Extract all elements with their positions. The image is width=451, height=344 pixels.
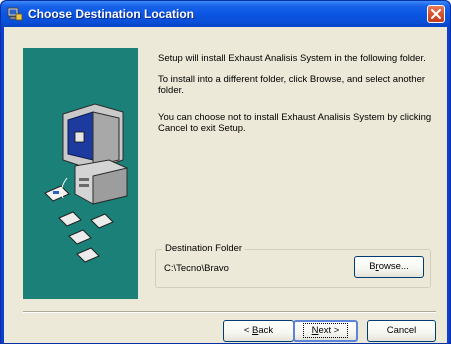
browse-button[interactable]: Browse... bbox=[354, 256, 424, 278]
computer-install-illustration bbox=[44, 103, 128, 263]
back-label-post: ack bbox=[258, 325, 274, 336]
next-focus-rect: Next > bbox=[302, 323, 349, 338]
destination-path: C:\Tecno\Bravo bbox=[164, 263, 229, 274]
button-separator bbox=[23, 311, 436, 313]
cancel-instructions: You can choose not to install Exhaust An… bbox=[158, 112, 432, 134]
title-bar[interactable]: Choose Destination Location bbox=[1, 1, 450, 27]
back-label-pre: < bbox=[243, 325, 253, 336]
dialog-client-area: Setup will install Exhaust Analisis Syst… bbox=[4, 27, 447, 343]
cancel-button[interactable]: Cancel bbox=[367, 320, 436, 342]
side-panel bbox=[23, 48, 138, 299]
window-title: Choose Destination Location bbox=[28, 7, 195, 21]
next-button[interactable]: Next > bbox=[293, 320, 358, 342]
browse-label-post: owse... bbox=[378, 261, 409, 272]
setup-icon bbox=[7, 6, 23, 22]
installer-window: Choose Destination Location Setup will i… bbox=[0, 0, 451, 344]
back-button[interactable]: < Back bbox=[223, 320, 294, 342]
next-label-post: ext > bbox=[318, 325, 340, 336]
destination-folder-label: Destination Folder bbox=[162, 243, 246, 254]
intro-message: Setup will install Exhaust Analisis Syst… bbox=[158, 53, 426, 64]
monitor-illustration bbox=[62, 103, 128, 205]
close-icon bbox=[431, 9, 441, 19]
browse-instructions: To install into a different folder, clic… bbox=[158, 74, 426, 96]
close-button[interactable] bbox=[427, 5, 445, 23]
next-label-mnemonic: N bbox=[311, 325, 319, 336]
